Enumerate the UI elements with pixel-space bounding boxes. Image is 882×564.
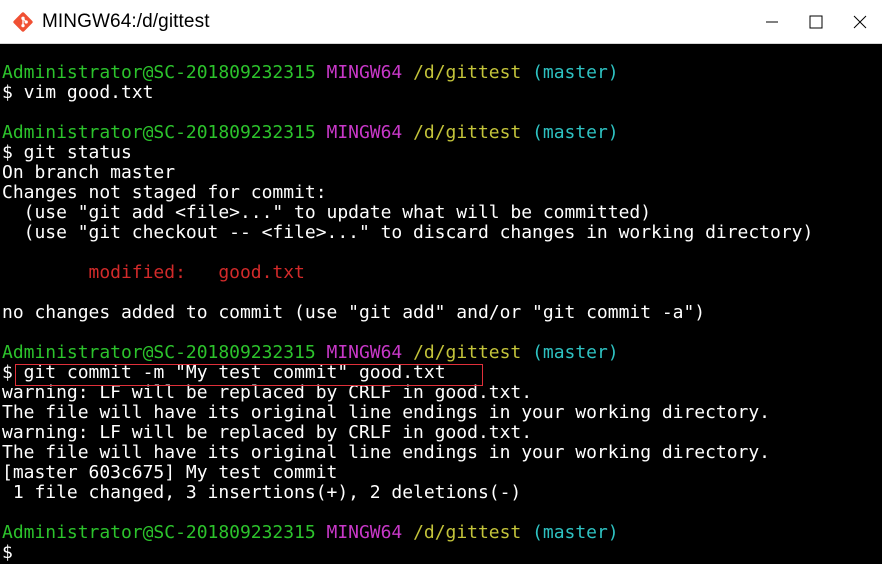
terminal-output[interactable]: Administrator@SC-201809232315 MINGW64 /d… [0,44,882,564]
command-line: $ git status [2,142,132,163]
terminal-window: MINGW64:/d/gittest Administrator@SC-2018… [0,0,882,564]
output-line: [master 603c675] My test commit [2,462,338,483]
title-bar[interactable]: MINGW64:/d/gittest [0,0,882,44]
output-line: 1 file changed, 3 insertions(+), 2 delet… [2,482,522,503]
output-line: The file will have its original line end… [2,442,771,463]
close-button[interactable] [838,0,882,44]
modified-line: modified: good.txt [2,262,305,283]
output-line: (use "git checkout -- <file>..." to disc… [2,222,814,243]
prompt-line: Administrator@SC-201809232315 MINGW64 /d… [2,522,619,543]
maximize-button[interactable] [794,0,838,44]
command-line: $ vim good.txt [2,82,154,103]
prompt-line: Administrator@SC-201809232315 MINGW64 /d… [2,342,619,363]
prompt-line: Administrator@SC-201809232315 MINGW64 /d… [2,62,619,83]
window-title: MINGW64:/d/gittest [42,10,210,32]
minimize-button[interactable] [750,0,794,44]
maximize-icon [809,15,823,29]
prompt-line: Administrator@SC-201809232315 MINGW64 /d… [2,122,619,143]
minimize-icon [766,21,778,23]
output-line: On branch master [2,162,176,183]
command-line: $ [2,542,13,563]
close-icon [853,15,867,29]
command-line: $ git commit -m "My test commit" good.tx… [2,362,446,383]
git-diamond-icon [13,11,33,32]
output-line: no changes added to commit (use "git add… [2,302,706,323]
output-line: warning: LF will be replaced by CRLF in … [2,422,533,443]
output-line: (use "git add <file>..." to update what … [2,202,652,223]
output-line: The file will have its original line end… [2,402,771,423]
output-line: Changes not staged for commit: [2,182,327,203]
window-controls [750,0,882,44]
output-line: warning: LF will be replaced by CRLF in … [2,382,533,403]
